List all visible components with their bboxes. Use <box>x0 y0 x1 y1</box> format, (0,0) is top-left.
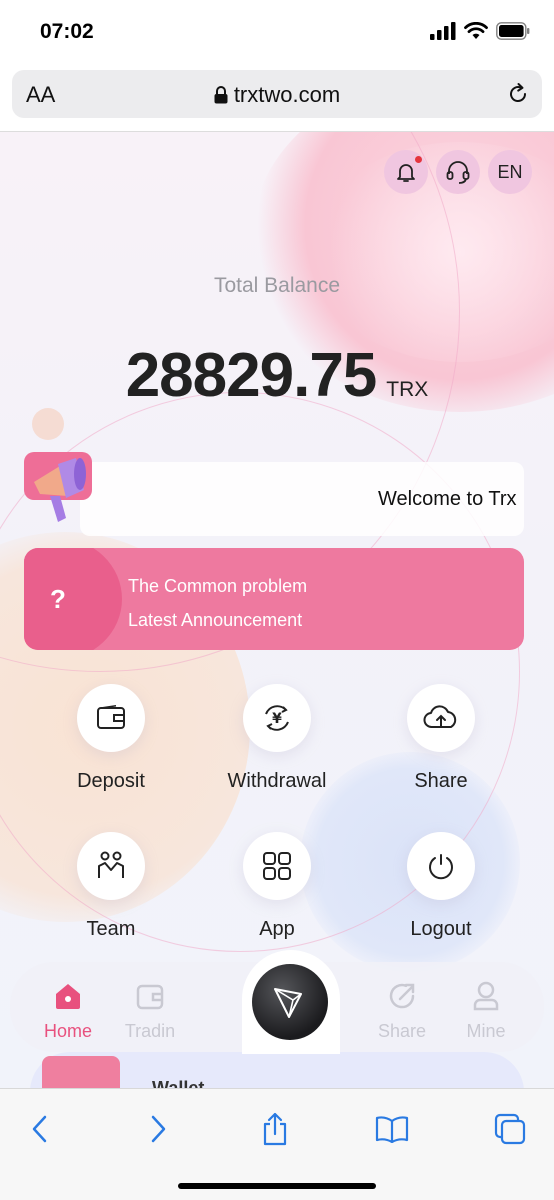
status-icons <box>430 22 530 40</box>
common-problem-card[interactable]: ? The Common problem Latest Announcement <box>24 548 524 650</box>
home-icon <box>56 984 80 1009</box>
tron-center-button[interactable] <box>252 964 328 1040</box>
team-label: Team <box>86 918 136 940</box>
chevron-right-icon <box>151 1115 166 1143</box>
reload-icon[interactable] <box>506 82 530 106</box>
latest-announcement-link[interactable]: Latest Announcement <box>128 610 302 631</box>
announcement-text: Welcome to Trx <box>378 488 517 510</box>
share-label: Share <box>414 770 468 792</box>
trading-wallet-icon <box>136 984 164 1010</box>
logout-label: Logout <box>410 918 472 940</box>
app-button[interactable]: App <box>207 832 347 941</box>
back-button[interactable] <box>20 1109 60 1149</box>
share-button[interactable]: Share <box>371 684 511 793</box>
question-icon: ? <box>50 584 66 614</box>
share-up-icon <box>263 1112 287 1146</box>
team-icon <box>98 851 124 878</box>
language-button[interactable]: EN <box>488 150 532 194</box>
forward-button[interactable] <box>138 1109 178 1149</box>
status-time: 07:02 <box>40 20 94 43</box>
logout-button[interactable]: Logout <box>371 832 511 941</box>
balance-display: 28829.75 TRX <box>0 340 554 411</box>
status-bar: 07:02 <box>0 0 554 64</box>
wifi-icon <box>464 22 488 39</box>
share-icon-circle <box>407 684 475 752</box>
tab-trading[interactable]: Tradin <box>110 980 190 1042</box>
browser-toolbar <box>0 1088 554 1200</box>
battery-icon <box>496 22 530 40</box>
tabs-button[interactable] <box>490 1109 530 1149</box>
tab-home[interactable]: Home <box>28 980 108 1042</box>
tabs-icon <box>494 1113 526 1145</box>
user-icon <box>473 981 499 1011</box>
address-bar[interactable]: AA trxtwo.com <box>12 70 542 118</box>
withdrawal-button[interactable]: ¥ Withdrawal <box>207 684 347 793</box>
tab-share-label: Share <box>377 1021 427 1041</box>
common-problem-link[interactable]: The Common problem <box>128 576 307 597</box>
balance-value: 28829.75 <box>125 341 378 410</box>
book-icon <box>375 1116 409 1143</box>
header-actions: EN <box>384 150 532 194</box>
svg-text:¥: ¥ <box>272 711 282 727</box>
tab-mine[interactable]: Mine <box>446 980 526 1042</box>
megaphone-icon <box>24 452 92 522</box>
notification-button[interactable] <box>384 150 428 194</box>
app-label: App <box>259 918 295 940</box>
cloud-icon <box>423 705 457 728</box>
headset-icon <box>446 161 470 184</box>
balance-label: Total Balance <box>213 274 341 297</box>
share-icon <box>389 983 415 1009</box>
team-button[interactable]: Team <box>41 832 181 941</box>
withdrawal-label: Withdrawal <box>227 770 327 792</box>
tab-trading-label: Tradin <box>124 1021 176 1041</box>
deposit-icon-circle <box>77 684 145 752</box>
deposit-button[interactable]: Deposit <box>41 684 181 793</box>
browser-address-area: AA trxtwo.com <box>0 64 554 132</box>
tab-mine-label: Mine <box>466 1021 506 1041</box>
url-display[interactable]: trxtwo.com <box>12 82 542 108</box>
tab-share[interactable]: Share <box>362 980 442 1042</box>
balance-unit: TRX <box>386 378 429 401</box>
home-indicator <box>178 1183 376 1189</box>
announcement-marquee[interactable]: Welcome to Trx <box>80 462 524 536</box>
logout-icon-circle <box>407 832 475 900</box>
problem-card-accent <box>24 548 122 650</box>
power-icon <box>429 854 453 880</box>
wallet-card-title: Wallet <box>152 1078 205 1088</box>
share-sheet-button[interactable] <box>255 1109 295 1149</box>
bookmarks-button[interactable] <box>372 1109 412 1149</box>
grid-icon <box>263 852 291 880</box>
wallet-illustration <box>42 1056 120 1088</box>
tron-logo-icon <box>274 988 302 1018</box>
tab-home-label: Home <box>43 1021 92 1041</box>
withdrawal-icon-circle: ¥ <box>243 684 311 752</box>
team-icon-circle <box>77 832 145 900</box>
app-icon-circle <box>243 832 311 900</box>
page-content: EN Total Balance 28829.75 TRX Welcome to … <box>0 132 554 1088</box>
bell-icon <box>397 164 415 182</box>
notification-dot <box>415 156 422 163</box>
support-button[interactable] <box>436 150 480 194</box>
cellular-signal-icon <box>430 22 456 40</box>
deposit-label: Deposit <box>77 770 145 792</box>
chevron-left-icon <box>32 1115 47 1143</box>
wallet-icon <box>97 705 125 729</box>
url-text: trxtwo.com <box>233 82 341 107</box>
yen-exchange-icon: ¥ <box>265 705 289 731</box>
lock-icon <box>214 86 228 104</box>
